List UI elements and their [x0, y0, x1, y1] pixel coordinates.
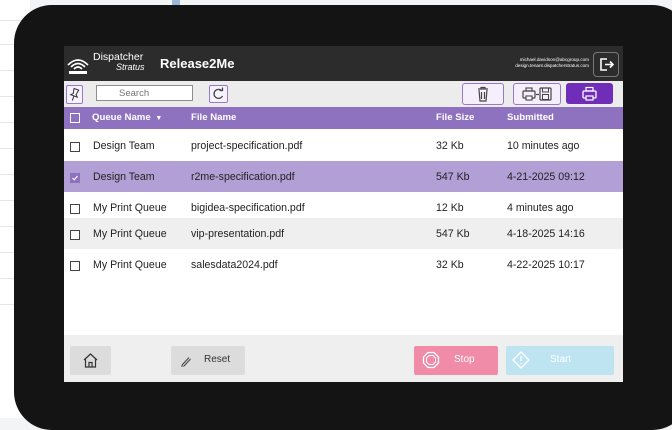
reset-label: Reset: [204, 354, 231, 365]
trash-icon: [478, 86, 488, 102]
column-header-size[interactable]: File Size: [436, 112, 474, 123]
table-row[interactable]: My Print Queue vip-presentation.pdf 547 …: [64, 218, 623, 250]
column-header-file[interactable]: File Name: [191, 112, 236, 123]
submitted-time: 4 minutes ago: [507, 202, 574, 214]
toolbar: [64, 81, 623, 107]
pin-icon: [69, 87, 80, 101]
file-size: 547 Kb: [436, 171, 470, 183]
row-checkbox[interactable]: [70, 142, 80, 152]
home-button[interactable]: [70, 346, 111, 375]
column-header-submitted[interactable]: Submitted: [507, 112, 554, 123]
logout-button[interactable]: [593, 52, 619, 77]
row-checkbox[interactable]: [70, 230, 80, 240]
table-row[interactable]: My Print Queue salesdata2024.pdf 32 Kb 4…: [64, 249, 623, 281]
file-size: 12 Kb: [436, 202, 464, 214]
refresh-button[interactable]: [209, 85, 228, 103]
table-header: Queue Name ▼ File Name File Size Submitt…: [64, 107, 623, 129]
file-size: 547 Kb: [436, 228, 470, 240]
queue-name: My Print Queue: [93, 228, 167, 240]
row-checkbox[interactable]: [70, 173, 80, 183]
select-all-checkbox[interactable]: [70, 113, 80, 123]
stop-icon: [422, 351, 440, 369]
file-name: bigidea-specification.pdf: [191, 202, 305, 214]
file-name: project-specification.pdf: [191, 140, 303, 152]
brand-subname: Stratus: [116, 62, 145, 72]
stop-label: Stop: [454, 354, 475, 365]
file-name: r2me-specification.pdf: [191, 171, 295, 183]
row-checkbox[interactable]: [70, 261, 80, 271]
search-input[interactable]: [96, 85, 193, 101]
queue-name: Design Team: [93, 140, 155, 152]
app-title: Release2Me: [160, 56, 235, 71]
submitted-time: 10 minutes ago: [507, 140, 580, 152]
queue-name: Design Team: [93, 171, 155, 183]
table-row[interactable]: Design Team r2me-specification.pdf 547 K…: [64, 161, 623, 193]
footer-bar: Reset Stop Start: [64, 335, 623, 382]
pin-button[interactable]: [66, 85, 83, 104]
print-save-button[interactable]: [513, 83, 561, 105]
file-size: 32 Kb: [436, 140, 464, 152]
queue-name: My Print Queue: [93, 259, 167, 271]
submitted-time: 4-18-2025 14:16: [507, 228, 585, 240]
submitted-time: 4-22-2025 10:17: [507, 259, 585, 271]
stop-button[interactable]: Stop: [414, 346, 498, 375]
reset-button[interactable]: Reset: [171, 346, 245, 375]
dispatcher-logo-icon: [67, 59, 89, 74]
print-icon: [582, 86, 597, 101]
file-name: salesdata2024.pdf: [191, 259, 278, 271]
start-label: Start: [550, 354, 572, 365]
app-screen: Dispatcher Stratus Release2Me michael.da…: [64, 46, 623, 382]
logout-icon: [600, 58, 615, 71]
file-size: 32 Kb: [436, 259, 464, 271]
queue-name: My Print Queue: [93, 202, 167, 214]
start-icon: [512, 351, 530, 369]
print-save-icon: [522, 87, 552, 101]
column-header-queue[interactable]: Queue Name ▼: [92, 112, 162, 123]
file-name: vip-presentation.pdf: [191, 228, 285, 240]
submitted-time: 4-21-2025 09:12: [507, 171, 585, 183]
user-tenant: design.tenant.dispatcherstratus.com: [515, 63, 589, 68]
app-header: Dispatcher Stratus Release2Me michael.da…: [64, 46, 623, 81]
row-checkbox[interactable]: [70, 204, 80, 214]
delete-button[interactable]: [462, 83, 504, 105]
column-header-queue-label: Queue Name: [92, 112, 151, 123]
checkmark-icon: [72, 175, 78, 181]
table-row[interactable]: Design Team project-specification.pdf 32…: [64, 130, 623, 162]
user-info: michael.davidson@abcgroup.com design.ten…: [515, 57, 589, 69]
print-button[interactable]: [566, 83, 613, 104]
sort-down-icon: ▼: [155, 115, 163, 122]
home-icon: [83, 353, 98, 368]
refresh-icon: [213, 87, 224, 99]
start-button[interactable]: Start: [506, 346, 614, 375]
pen-icon: [181, 357, 191, 367]
